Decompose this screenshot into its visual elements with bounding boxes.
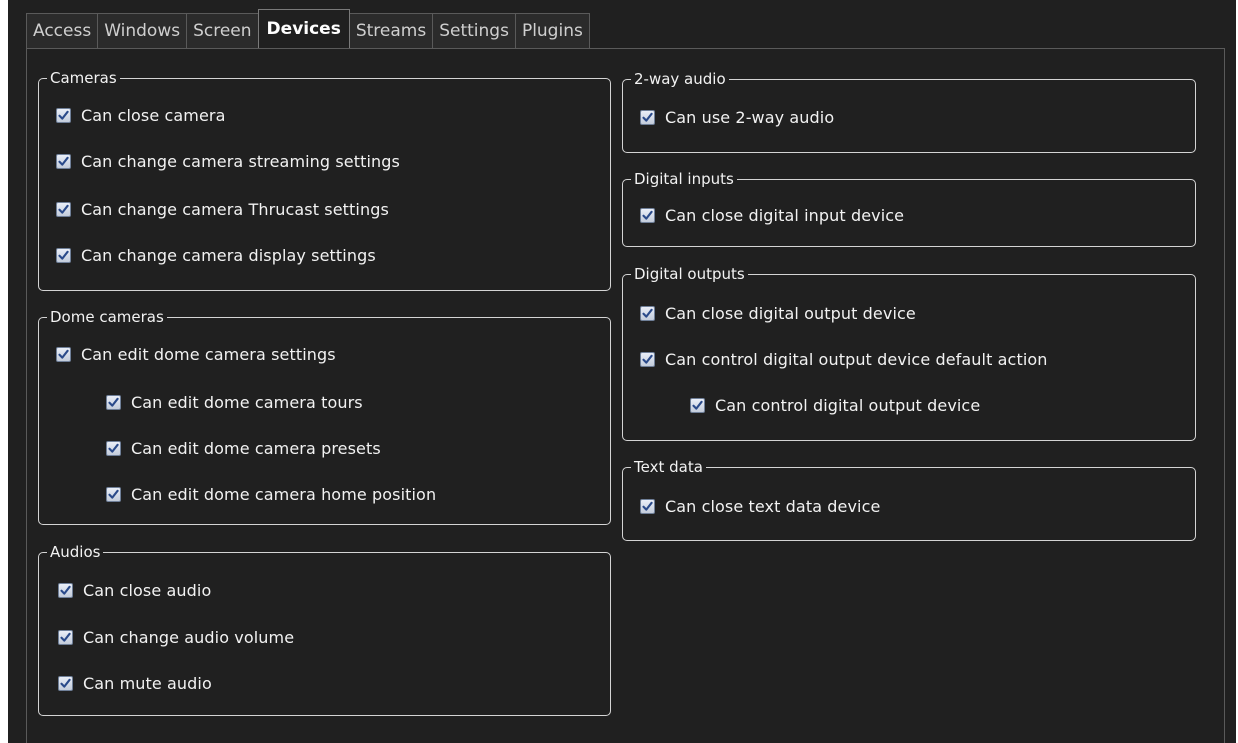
tab-bar: Access Windows Screen Devices Streams Se…: [26, 9, 590, 48]
checkbox-can-change-camera-streaming-settings[interactable]: Can change camera streaming settings: [56, 152, 400, 171]
checkbox-check-icon[interactable]: [56, 347, 71, 362]
checkbox-label: Can edit dome camera tours: [131, 393, 363, 412]
checkbox-check-icon[interactable]: [690, 398, 705, 413]
checkbox-check-icon[interactable]: [56, 248, 71, 263]
checkbox-can-change-camera-thrucast-settings[interactable]: Can change camera Thrucast settings: [56, 200, 389, 219]
checkbox-label: Can close text data device: [665, 497, 881, 516]
checkbox-can-edit-dome-camera-presets[interactable]: Can edit dome camera presets: [106, 439, 381, 458]
tab-streams[interactable]: Streams: [348, 13, 434, 48]
checkbox-label: Can edit dome camera home position: [131, 485, 437, 504]
checkbox-label: Can control digital output device: [715, 396, 981, 415]
checkbox-check-icon[interactable]: [640, 352, 655, 367]
checkbox-check-icon[interactable]: [640, 208, 655, 223]
checkbox-check-icon[interactable]: [106, 441, 121, 456]
checkbox-can-close-text-data-device[interactable]: Can close text data device: [640, 497, 880, 516]
checkbox-can-close-camera[interactable]: Can close camera: [56, 106, 226, 125]
checkbox-check-icon[interactable]: [56, 154, 71, 169]
checkbox-label: Can close audio: [83, 581, 212, 600]
group-dome-cameras: Dome cameras Can edit dome camera settin…: [38, 307, 611, 525]
checkbox-can-change-camera-display-settings[interactable]: Can change camera display settings: [56, 246, 376, 265]
group-digital-outputs: Digital outputs Can close digital output…: [622, 264, 1196, 441]
checkbox-can-control-digital-output-device[interactable]: Can control digital output device: [690, 396, 980, 415]
group-title: Digital inputs: [631, 169, 737, 189]
tab-windows[interactable]: Windows: [97, 13, 188, 48]
group-text-data: Text data Can close text data device: [622, 457, 1196, 541]
group-digital-inputs: Digital inputs Can close digital input d…: [622, 169, 1196, 247]
checkbox-label: Can control digital output device defaul…: [665, 350, 1048, 369]
checkbox-can-control-digital-output-device-default-action[interactable]: Can control digital output device defaul…: [640, 350, 1048, 369]
group-cameras: Cameras Can close camera Can change came…: [38, 68, 611, 291]
checkbox-label: Can change camera Thrucast settings: [81, 200, 389, 219]
checkbox-label: Can change camera streaming settings: [81, 152, 400, 171]
settings-window: Access Windows Screen Devices Streams Se…: [8, 0, 1236, 743]
checkbox-label: Can close digital input device: [665, 206, 905, 225]
group-title: 2-way audio: [631, 69, 729, 89]
group-title: Audios: [47, 542, 104, 562]
checkbox-check-icon[interactable]: [56, 108, 71, 123]
group-2-way-audio: 2-way audio Can use 2-way audio: [622, 69, 1196, 153]
checkbox-label: Can mute audio: [83, 674, 212, 693]
checkbox-check-icon[interactable]: [106, 487, 121, 502]
checkbox-label: Can edit dome camera presets: [131, 439, 381, 458]
checkbox-can-close-audio[interactable]: Can close audio: [58, 581, 211, 600]
group-title: Text data: [631, 457, 706, 477]
group-audios: Audios Can close audio Can change audio …: [38, 542, 611, 716]
checkbox-label: Can change camera display settings: [81, 246, 376, 265]
devices-panel: Cameras Can close camera Can change came…: [26, 48, 1225, 743]
checkbox-check-icon[interactable]: [58, 676, 73, 691]
checkbox-check-icon[interactable]: [56, 202, 71, 217]
checkbox-label: Can use 2-way audio: [665, 108, 835, 127]
checkbox-label: Can close digital output device: [665, 304, 916, 323]
tab-screen[interactable]: Screen: [186, 13, 259, 48]
group-title: Digital outputs: [631, 264, 748, 284]
checkbox-check-icon[interactable]: [58, 630, 73, 645]
checkbox-can-close-digital-output-device[interactable]: Can close digital output device: [640, 304, 916, 323]
checkbox-can-edit-dome-camera-settings[interactable]: Can edit dome camera settings: [56, 345, 336, 364]
checkbox-can-edit-dome-camera-home-position[interactable]: Can edit dome camera home position: [106, 485, 436, 504]
checkbox-label: Can change audio volume: [83, 628, 295, 647]
checkbox-can-change-audio-volume[interactable]: Can change audio volume: [58, 628, 294, 647]
tab-devices[interactable]: Devices: [257, 9, 350, 48]
checkbox-can-use-2-way-audio[interactable]: Can use 2-way audio: [640, 108, 834, 127]
checkbox-check-icon[interactable]: [640, 306, 655, 321]
tab-plugins[interactable]: Plugins: [514, 13, 590, 48]
tab-access[interactable]: Access: [26, 13, 99, 48]
checkbox-can-edit-dome-camera-tours[interactable]: Can edit dome camera tours: [106, 393, 363, 412]
checkbox-label: Can close camera: [81, 106, 226, 125]
checkbox-label: Can edit dome camera settings: [81, 345, 336, 364]
tab-settings[interactable]: Settings: [432, 13, 516, 48]
group-title: Cameras: [47, 68, 120, 88]
checkbox-check-icon[interactable]: [640, 110, 655, 125]
checkbox-can-mute-audio[interactable]: Can mute audio: [58, 674, 212, 693]
checkbox-check-icon[interactable]: [58, 583, 73, 598]
checkbox-can-close-digital-input-device[interactable]: Can close digital input device: [640, 206, 904, 225]
group-title: Dome cameras: [47, 307, 167, 327]
checkbox-check-icon[interactable]: [106, 395, 121, 410]
checkbox-check-icon[interactable]: [640, 499, 655, 514]
